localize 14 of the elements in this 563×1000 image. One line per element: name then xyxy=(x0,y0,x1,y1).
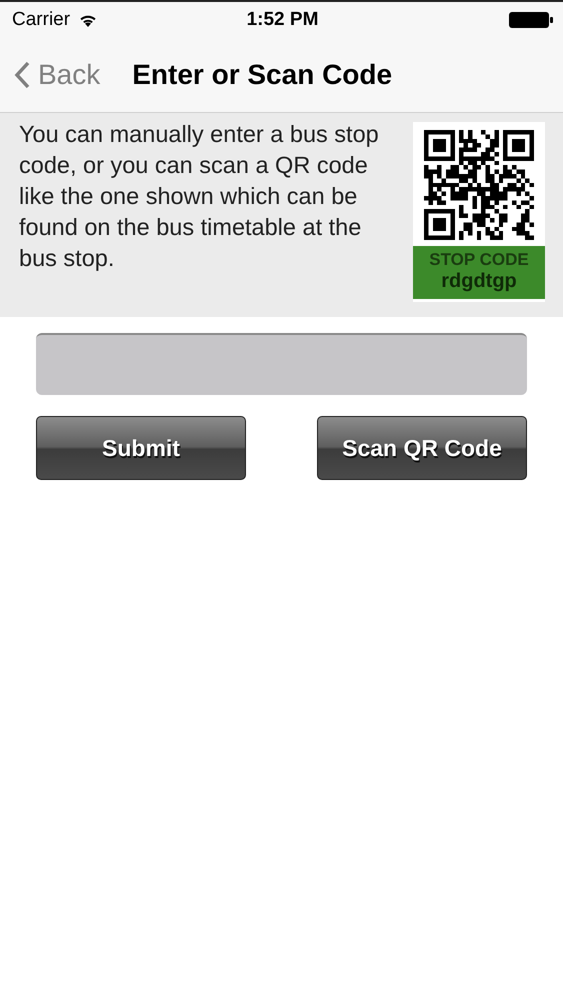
stop-code-caption: STOP CODE xyxy=(429,250,529,270)
back-button[interactable]: Back xyxy=(0,59,100,91)
chevron-left-icon xyxy=(14,61,30,89)
status-time: 1:52 PM xyxy=(246,9,318,31)
action-button[interactable]: Scan QR Code xyxy=(317,416,527,480)
screen-title: Enter or Scan Code xyxy=(132,59,392,91)
carrier-label: Carrier xyxy=(12,9,70,31)
instructions-text: You can manually enter a bus stop code, or you can scan a QR code like the one shown which can be found on the bus timetable at the bus stop. xyxy=(19,120,380,273)
qr-code-icon xyxy=(424,130,534,240)
action-button[interactable]: Submit xyxy=(36,416,246,480)
wifi-icon xyxy=(78,12,98,28)
code-input-field[interactable] xyxy=(36,333,527,395)
stop-code-value: rdgdtgp xyxy=(441,270,517,293)
battery-icon xyxy=(509,12,553,28)
